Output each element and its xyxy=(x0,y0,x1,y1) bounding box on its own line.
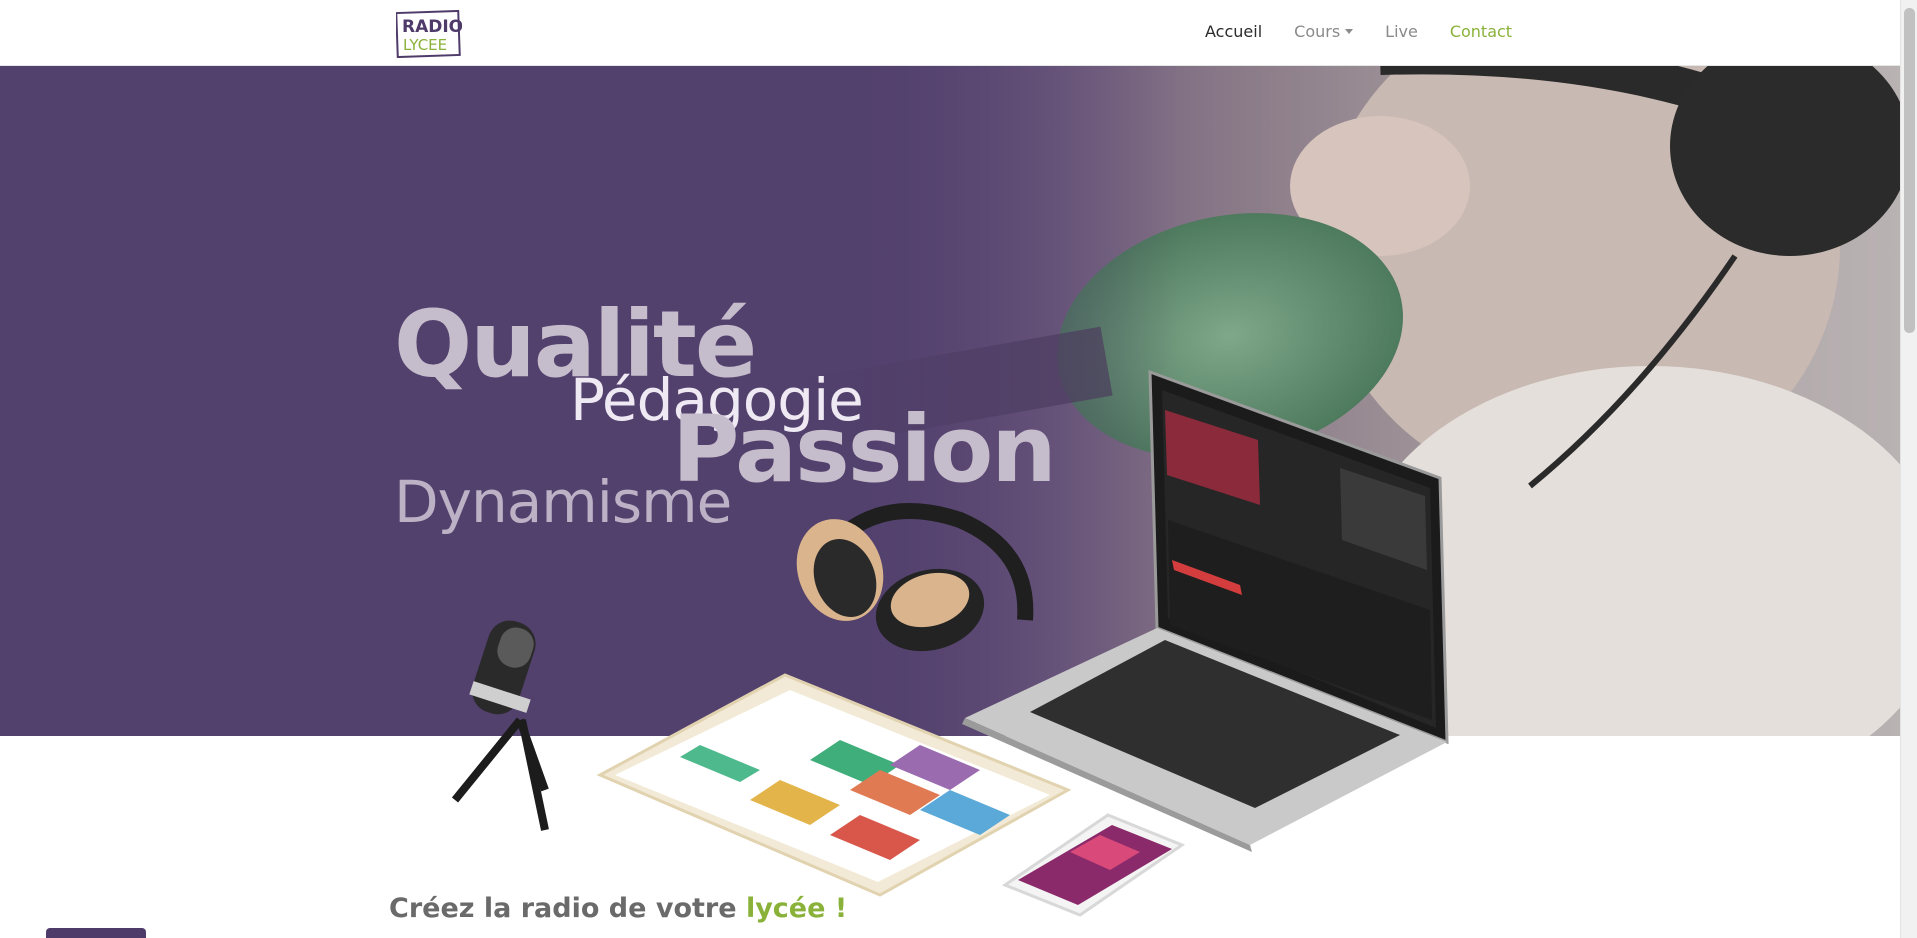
nav-item-cours[interactable]: Cours xyxy=(1294,22,1354,41)
nav-item-accueil-label: Accueil xyxy=(1205,22,1263,41)
chevron-down-icon xyxy=(1345,29,1354,34)
logo-text-lycee: LYCEE xyxy=(403,36,447,54)
logo-text-radio: RADIO xyxy=(402,17,462,37)
radio-lycee-logo[interactable]: RADIO LYCEE xyxy=(395,9,463,59)
nav-item-accueil[interactable]: Accueil xyxy=(1205,22,1262,41)
nav-item-contact-label: Contact xyxy=(1449,22,1513,41)
page-scrollbar[interactable] xyxy=(1900,0,1917,938)
nav-item-contact[interactable]: Contact xyxy=(1450,22,1512,41)
smartphone-illustration xyxy=(1001,813,1186,917)
chat-widget-tab[interactable] xyxy=(46,928,146,938)
nav-item-live-label: Live xyxy=(1385,22,1418,41)
main-nav: Accueil Cours Live Contact xyxy=(1205,22,1512,41)
nav-item-cours-label: Cours xyxy=(1294,22,1341,41)
headline-accent: lycée ! xyxy=(745,893,848,924)
headline-prefix: Créez la radio de votre xyxy=(389,893,746,924)
nav-item-live[interactable]: Live xyxy=(1385,22,1418,41)
hero-word-dynamisme: Dynamisme xyxy=(394,468,732,536)
top-navbar: RADIO LYCEE Accueil Cours Live Contact xyxy=(0,0,1900,66)
scrollbar-thumb[interactable] xyxy=(1904,8,1915,333)
page-headline: Créez la radio de votre lycée ! xyxy=(389,893,847,924)
